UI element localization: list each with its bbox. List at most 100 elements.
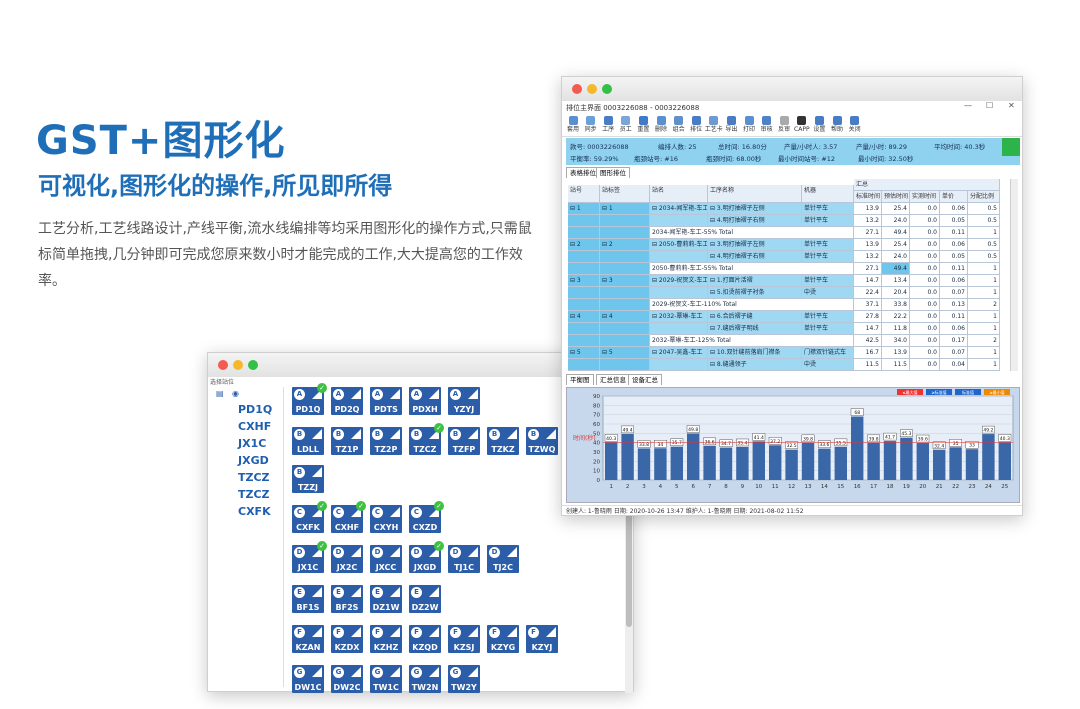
station-tile[interactable]: B TZZJ xyxy=(292,465,324,493)
tile-group-letter: E xyxy=(294,587,305,598)
tree-item[interactable]: PD1Q xyxy=(238,403,272,416)
toolbar-button[interactable]: 套用 xyxy=(564,116,582,134)
station-tile[interactable]: B TZKZ xyxy=(487,427,519,455)
toolbar-button[interactable]: 审核 xyxy=(758,116,776,134)
toolbar-button[interactable]: 设置 xyxy=(810,116,828,134)
station-tile[interactable]: E DZ2W xyxy=(409,585,441,613)
table-cell xyxy=(600,227,650,239)
maximize-icon[interactable]: ☐ xyxy=(986,101,993,110)
station-tile[interactable]: A YZYJ xyxy=(448,387,480,415)
tile-group-letter: D xyxy=(411,547,422,558)
toolbar-button[interactable]: 帮助 xyxy=(828,116,846,134)
tile-group-letter: D xyxy=(372,547,383,558)
station-tile[interactable]: E BF2S xyxy=(331,585,363,613)
station-tile[interactable]: D JX1C ✓ xyxy=(292,541,327,573)
station-tile[interactable]: D JXGD ✓ xyxy=(409,541,444,573)
station-tile[interactable]: C CXZD ✓ xyxy=(409,501,444,533)
tile-code: TW2N xyxy=(411,683,439,692)
zoom-dot[interactable] xyxy=(602,84,612,94)
toolbar-button[interactable]: 同步 xyxy=(582,116,600,134)
toolbar-button[interactable]: 导出 xyxy=(722,116,740,134)
tree-item[interactable]: JXGD xyxy=(238,454,269,467)
worker-count: 编排人数: 25 xyxy=(658,143,697,151)
station-tile[interactable]: G DW1C xyxy=(292,665,324,693)
save-icon[interactable]: ▤ xyxy=(216,389,224,398)
toolbar-button[interactable]: 反审 xyxy=(775,116,793,134)
tree-item[interactable]: TZCZ xyxy=(238,488,270,501)
close-icon[interactable]: ✕ xyxy=(1008,101,1015,110)
station-tree: ▤ ◉ PD1Q CXHF JX1C JXGD TZCZ TZCZ CXFK xyxy=(212,387,284,687)
toolbar-button[interactable]: CAPP xyxy=(793,116,811,134)
target-icon[interactable]: ◉ xyxy=(232,389,239,398)
station-tile[interactable]: C CXFK ✓ xyxy=(292,501,327,533)
station-tile[interactable]: B TZ1P xyxy=(331,427,363,455)
tile-corner xyxy=(546,429,556,439)
station-tile[interactable]: B LDLL xyxy=(292,427,324,455)
table-cell: 0.0 xyxy=(910,263,940,275)
close-dot[interactable] xyxy=(218,360,228,370)
station-tile[interactable]: E DZ1W xyxy=(370,585,402,613)
toolbar-button[interactable]: 排位 xyxy=(687,116,705,134)
toolbar-button[interactable]: 打印 xyxy=(740,116,758,134)
minimize-dot[interactable] xyxy=(587,84,597,94)
tab-equipment-summary[interactable]: 设备汇总 xyxy=(628,374,662,385)
station-tile[interactable]: F KZQD xyxy=(409,625,441,653)
station-tile[interactable]: B TZWQ xyxy=(526,427,558,455)
tab-balance-chart[interactable]: 平衡图 xyxy=(566,374,594,385)
station-tile[interactable]: D JXCC xyxy=(370,545,402,573)
tree-item[interactable]: CXFK xyxy=(238,505,271,518)
tree-item[interactable]: TZCZ xyxy=(238,471,270,484)
station-tile[interactable]: B TZ2P xyxy=(370,427,402,455)
toolbar-button[interactable]: 工艺卡 xyxy=(705,116,723,134)
station-tile[interactable]: A PDXH xyxy=(409,387,441,415)
table-scrollbar[interactable] xyxy=(1010,179,1018,371)
station-tile[interactable]: D TJ1C xyxy=(448,545,480,573)
station-tile[interactable]: F KZYJ xyxy=(526,625,558,653)
station-tile[interactable]: G TW2Y xyxy=(448,665,480,693)
station-tile[interactable]: A PD2Q xyxy=(331,387,363,415)
station-tile[interactable]: A PDTS xyxy=(370,387,402,415)
station-tile[interactable]: G TW1C xyxy=(370,665,402,693)
station-tile[interactable]: G TW2N xyxy=(409,665,441,693)
station-tile[interactable]: D JX2C xyxy=(331,545,363,573)
station-tile[interactable]: G DW2C xyxy=(331,665,363,693)
station-tile[interactable]: F KZDX xyxy=(331,625,363,653)
tab-graphic-view[interactable]: 图形排位 xyxy=(596,167,630,178)
toolbar-button[interactable]: 关闭 xyxy=(846,116,864,134)
tab-summary-info[interactable]: 汇总信息 xyxy=(596,374,630,385)
table-cell: 0.5 xyxy=(968,239,1000,251)
output-per-person: 产量/小时人: 3.57 xyxy=(784,143,838,151)
station-tile[interactable]: C CXYH xyxy=(370,505,402,533)
station-tile[interactable]: F KZYG xyxy=(487,625,519,653)
minimize-dot[interactable] xyxy=(233,360,243,370)
station-tile[interactable]: B TZCZ ✓ xyxy=(409,423,444,455)
station-tile[interactable]: B TZFP xyxy=(448,427,480,455)
minimize-icon[interactable]: — xyxy=(964,101,972,110)
zoom-dot[interactable] xyxy=(248,360,258,370)
station-tile[interactable]: F KZAN xyxy=(292,625,324,653)
tab-table-view[interactable]: 表格排位 xyxy=(566,167,600,178)
tile-corner xyxy=(312,667,322,677)
toolbar-button[interactable]: 重置 xyxy=(634,116,652,134)
toolbar-button[interactable]: 组合 xyxy=(670,116,688,134)
toolbar-button[interactable]: 删除 xyxy=(652,116,670,134)
x-tick-label: 16 xyxy=(854,484,861,490)
tree-item[interactable]: CXHF xyxy=(238,420,271,433)
station-tile[interactable]: F KZHZ xyxy=(370,625,402,653)
tile-group-letter: D xyxy=(333,547,344,558)
station-tile[interactable]: E BF1S xyxy=(292,585,324,613)
tile-corner xyxy=(351,627,361,637)
station-tile[interactable]: D TJ2C xyxy=(487,545,519,573)
table-cell: 0.06 xyxy=(940,203,968,215)
tree-item[interactable]: JX1C xyxy=(238,437,266,450)
table-cell: 单针平车 xyxy=(802,239,854,251)
station-tile[interactable]: C CXHF ✓ xyxy=(331,501,366,533)
toolbar-button[interactable]: 员工 xyxy=(617,116,635,134)
tile-group-letter: E xyxy=(372,587,383,598)
station-tile[interactable]: A PD1Q ✓ xyxy=(292,383,327,415)
station-tile[interactable]: F KZSJ xyxy=(448,625,480,653)
tile-group-letter: F xyxy=(372,627,383,638)
tile-group-letter: D xyxy=(489,547,500,558)
close-dot[interactable] xyxy=(572,84,582,94)
toolbar-button[interactable]: 工序 xyxy=(599,116,617,134)
